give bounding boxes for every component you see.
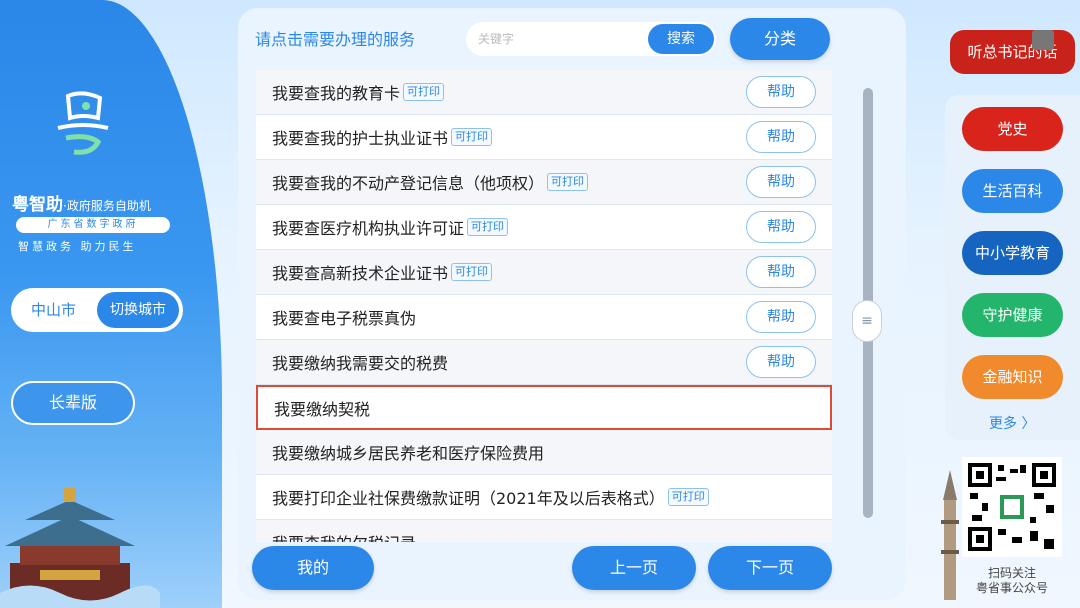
next-page-button[interactable]: 下一页 [708,546,832,590]
scrollbar-thumb[interactable]: ≡ [852,300,882,342]
item-label: 我要打印企业社保费缴款证明（2021年及以后表格式） [272,489,665,508]
menu-finance[interactable]: 金融知识 [962,355,1063,399]
service-prompt: 请点击需要办理的服务 [255,30,416,49]
list-item[interactable]: 我要查我的欠税记录 [256,520,832,542]
item-label: 我要查高新技术企业证书 [272,264,449,283]
search-button[interactable]: 搜索 [648,24,714,54]
printable-tag: 可打印 [403,83,445,101]
printable-tag: 可打印 [451,263,493,281]
help-button[interactable]: 帮助 [746,166,816,198]
search-box: 搜索 [466,22,716,56]
help-button[interactable]: 帮助 [746,76,816,108]
list-item[interactable]: 我要查医疗机构执业许可证 可打印 帮助 [256,205,832,250]
item-label: 我要查我的护士执业证书 [272,129,449,148]
more-link[interactable]: 更多 〉 [989,413,1035,433]
talk-button[interactable]: 听总书记的话 [950,30,1075,74]
system-icon[interactable] [1032,30,1054,50]
item-label: 我要缴纳契税 [274,399,371,419]
prev-page-button[interactable]: 上一页 [572,546,696,590]
list-item[interactable]: 我要缴纳城乡居民养老和医疗保险费用 [256,430,832,475]
left-panel: 粤智助·政府服务自助机 广东省数字政府 智慧政务 助力民生 中山市 切换城市 长… [0,0,222,608]
brand-slogan: 智慧政务 助力民生 [18,240,137,253]
item-label: 我要缴纳我需要交的税费 [272,354,449,373]
list-item-selected[interactable]: 我要缴纳契税 [256,385,832,430]
list-item[interactable]: 我要缴纳我需要交的税费 帮助 [256,340,832,385]
list-item[interactable]: 我要查我的护士执业证书 可打印 帮助 [256,115,832,160]
qr-caption-line2: 粤省事公众号 [975,581,1048,595]
menu-life-encyclopedia[interactable]: 生活百科 [962,169,1063,213]
help-button[interactable]: 帮助 [746,121,816,153]
service-list: 我要查我的教育卡 可打印 帮助 我要查我的护士执业证书 可打印 帮助 我要查我的… [256,70,832,542]
search-input[interactable] [478,28,638,50]
item-label: 我要查电子税票真伪 [272,309,417,328]
menu-party-history[interactable]: 党史 [962,107,1063,151]
printable-tag: 可打印 [547,173,589,191]
help-button[interactable]: 帮助 [746,301,816,333]
menu-school-education[interactable]: 中小学教育 [962,231,1063,275]
qr-caption-line1: 扫码关注 [987,566,1036,580]
list-item[interactable]: 我要打印企业社保费缴款证明（2021年及以后表格式） 可打印 [256,475,832,520]
service-panel: 请点击需要办理的服务 搜索 分类 我要查我的教育卡 可打印 帮助 我要查我的护士… [238,8,906,600]
help-button[interactable]: 帮助 [746,211,816,243]
menu-health[interactable]: 守护健康 [962,293,1063,337]
qr-code-icon [968,463,1056,551]
printable-tag: 可打印 [467,218,509,236]
mine-button[interactable]: 我的 [252,546,374,590]
help-button[interactable]: 帮助 [746,346,816,378]
item-label: 我要查我的不动产登记信息（他项权） [272,174,545,193]
item-label: 我要查我的欠税记录 [272,530,416,542]
item-label: 我要缴纳城乡居民养老和医疗保险费用 [272,444,545,463]
brand-name: 粤智助 [12,195,63,215]
list-item[interactable]: 我要查高新技术企业证书 可打印 帮助 [256,250,832,295]
qr-caption: 扫码关注 粤省事公众号 [962,566,1062,596]
list-item[interactable]: 我要查电子税票真伪 帮助 [256,295,832,340]
city-name: 中山市 [31,301,77,319]
printable-tag: 可打印 [451,128,493,146]
item-label: 我要查我的教育卡 [272,84,401,103]
city-switch: 中山市 切换城市 [11,288,183,332]
elder-mode-button[interactable]: 长辈版 [11,381,135,425]
switch-city-button[interactable]: 切换城市 [97,292,179,328]
yue-logo-icon [57,91,109,155]
category-button[interactable]: 分类 [730,18,830,60]
brand-title: 粤智助·政府服务自助机 [12,190,151,215]
tower-illustration [941,470,959,600]
list-item[interactable]: 我要查我的不动产登记信息（他项权） 可打印 帮助 [256,160,832,205]
brand-sub: ·政府服务自助机 [63,199,151,213]
item-label: 我要查医疗机构执业许可证 [272,219,465,238]
right-menu: 党史 生活百科 中小学教育 守护健康 金融知识 更多 〉 [945,95,1080,440]
qr-code [962,457,1062,557]
temple-illustration [0,488,160,608]
grip-icon: ≡ [861,313,873,329]
printable-tag: 可打印 [667,488,709,506]
help-button[interactable]: 帮助 [746,256,816,288]
brand-pill: 广东省数字政府 [16,217,170,233]
list-item[interactable]: 我要查我的教育卡 可打印 帮助 [256,70,832,115]
